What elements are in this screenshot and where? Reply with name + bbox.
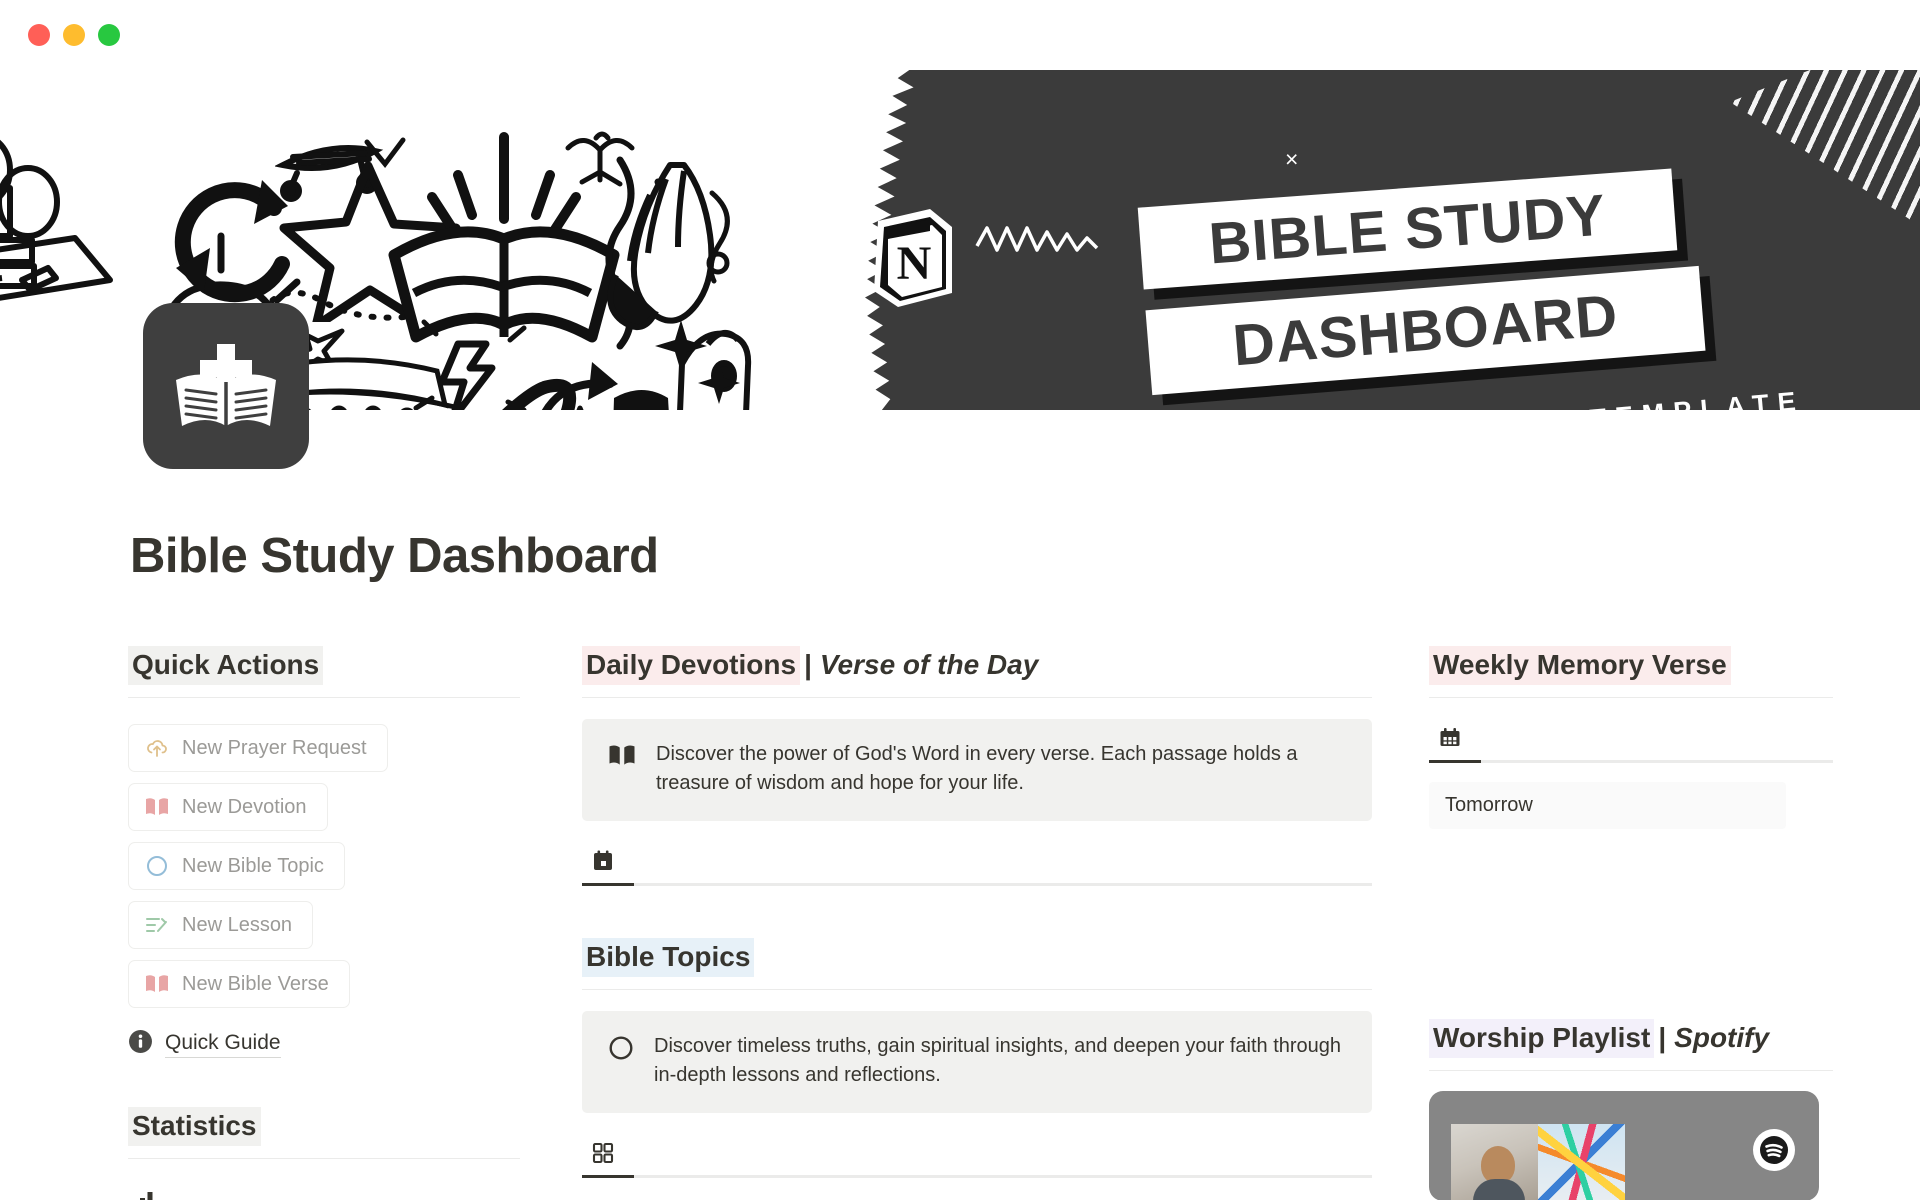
new-bible-topic-button[interactable]: New Bible Topic <box>128 842 345 890</box>
bible-topics-tab-underline <box>582 1175 1372 1178</box>
statistics-database-tabs <box>128 1181 520 1200</box>
quick-actions-divider <box>128 697 520 698</box>
statistics-divider <box>128 1158 520 1159</box>
weekly-memory-verse-section: Weekly Memory Verse Tomorrow <box>1429 646 1833 829</box>
bible-topics-callout-text: Discover timeless truths, gain spiritual… <box>654 1035 1342 1086</box>
weekly-memory-verse-database-tabs <box>1429 720 1833 763</box>
cloud-upload-icon <box>145 736 169 760</box>
gallery-grid-icon <box>591 1141 615 1170</box>
tab-statistics-chart[interactable] <box>131 1181 169 1200</box>
bible-topics-tab-row <box>582 1135 1372 1175</box>
middle-column: Daily Devotions | Verse of the Day Disco… <box>582 646 1372 1178</box>
quick-actions-section: Quick Actions New Prayer Request New Dev… <box>128 646 520 1059</box>
new-lesson-label: New Lesson <box>182 913 293 936</box>
left-column: Quick Actions New Prayer Request New Dev… <box>128 646 520 1200</box>
spotify-album-art <box>1451 1124 1626 1200</box>
cover-hatch-pattern <box>1730 70 1920 226</box>
new-prayer-request-label: New Prayer Request <box>182 736 367 759</box>
new-devotion-label: New Devotion <box>182 795 307 818</box>
daily-devotions-callout-text: Discover the power of God's Word in ever… <box>656 743 1298 794</box>
open-book-icon <box>608 740 636 798</box>
worship-playlist-heading: Worship Playlist <box>1429 1019 1655 1058</box>
weekly-memory-verse-heading: Weekly Memory Verse <box>1429 646 1731 685</box>
new-prayer-request-button[interactable]: New Prayer Request <box>128 724 388 772</box>
worship-playlist-divider <box>1429 1070 1833 1071</box>
page-icon[interactable] <box>143 303 309 469</box>
quick-guide-link[interactable]: Quick Guide <box>128 1029 281 1059</box>
daily-devotions-separator: | <box>804 649 812 680</box>
tab-topics-gallery[interactable] <box>585 1135 621 1175</box>
bible-topics-section: Bible Topics Discover timeless truths, g… <box>582 938 1372 1178</box>
bible-topics-database-tabs <box>582 1135 1372 1178</box>
close-icon[interactable]: × <box>1285 148 1298 171</box>
daily-devotions-heading: Daily Devotions <box>582 646 801 685</box>
window-titlebar <box>0 0 1920 70</box>
weekly-memory-verse-tab-row <box>1429 720 1833 760</box>
new-devotion-button[interactable]: New Devotion <box>128 783 328 831</box>
page-title[interactable]: Bible Study Dashboard <box>130 528 1920 584</box>
quick-guide-label: Quick Guide <box>165 1031 281 1058</box>
daily-devotions-callout[interactable]: Discover the power of God's Word in ever… <box>582 719 1372 821</box>
bible-topics-callout[interactable]: Discover timeless truths, gain spiritual… <box>582 1011 1372 1113</box>
new-bible-verse-label: New Bible Verse <box>182 972 329 995</box>
worship-playlist-separator: | <box>1658 1022 1667 1053</box>
spotify-embed[interactable] <box>1429 1091 1819 1200</box>
calendar-icon <box>1438 726 1462 755</box>
new-lesson-button[interactable]: New Lesson <box>128 901 314 949</box>
open-book-icon <box>145 795 169 819</box>
album-art-tile-2 <box>1538 1124 1625 1200</box>
tab-devotions-calendar[interactable] <box>585 843 621 883</box>
circle-icon <box>145 854 169 878</box>
memory-verse-group-row[interactable]: Tomorrow <box>1429 782 1786 829</box>
bible-topics-heading: Bible Topics <box>582 938 755 977</box>
memory-verse-group-label: Tomorrow <box>1445 794 1533 816</box>
tab-memory-verse-calendar[interactable] <box>1432 720 1468 760</box>
window-minimize-button[interactable] <box>63 24 85 46</box>
circle-icon <box>608 1032 634 1090</box>
quick-actions-list: New Prayer Request New Devotion New Bibl… <box>128 724 520 1008</box>
info-circle-icon <box>128 1029 153 1059</box>
daily-devotions-subheading: Verse of the Day <box>819 649 1039 680</box>
daily-devotions-tab-row <box>582 843 1372 883</box>
window-close-button[interactable] <box>28 24 50 46</box>
statistics-section: Statistics <box>128 1107 520 1200</box>
calendar-icon <box>591 849 615 878</box>
page-columns: Quick Actions New Prayer Request New Dev… <box>128 646 1920 1200</box>
new-bible-topic-label: New Bible Topic <box>182 854 324 877</box>
zigzag-line-icon <box>975 226 1099 252</box>
daily-devotions-section: Daily Devotions | Verse of the Day Disco… <box>582 646 1372 886</box>
weekly-memory-verse-tab-underline <box>1429 760 1833 763</box>
sparkle-doodle <box>655 320 740 404</box>
svg-text:N: N <box>897 237 932 290</box>
bible-topics-divider <box>582 989 1372 990</box>
page-body: Bible Study Dashboard Quick Actions New … <box>0 528 1920 1200</box>
daily-devotions-database-tabs <box>582 843 1372 886</box>
bible-book-cross-icon <box>176 344 276 426</box>
right-column: Weekly Memory Verse Tomorrow Worship Pla… <box>1429 646 1833 1200</box>
window-maximize-button[interactable] <box>98 24 120 46</box>
spotify-icon <box>1753 1129 1795 1171</box>
daily-devotions-divider <box>582 697 1372 698</box>
bar-chart-icon <box>137 1187 163 1200</box>
new-bible-verse-button[interactable]: New Bible Verse <box>128 960 350 1008</box>
open-book-icon <box>145 972 169 996</box>
quick-actions-heading: Quick Actions <box>128 646 324 685</box>
worship-playlist-subheading: Spotify <box>1674 1022 1770 1053</box>
desk-workspace-doodle <box>0 139 113 301</box>
statistics-tab-row <box>128 1181 520 1200</box>
notion-logo-icon: N <box>874 209 952 307</box>
statistics-heading: Statistics <box>128 1107 261 1146</box>
daily-devotions-tab-underline <box>582 883 1372 886</box>
worship-playlist-section: Worship Playlist | Spotify <box>1429 1019 1833 1200</box>
album-art-tile-1 <box>1451 1124 1538 1200</box>
edit-list-icon <box>145 913 169 937</box>
weekly-memory-verse-divider <box>1429 697 1833 698</box>
